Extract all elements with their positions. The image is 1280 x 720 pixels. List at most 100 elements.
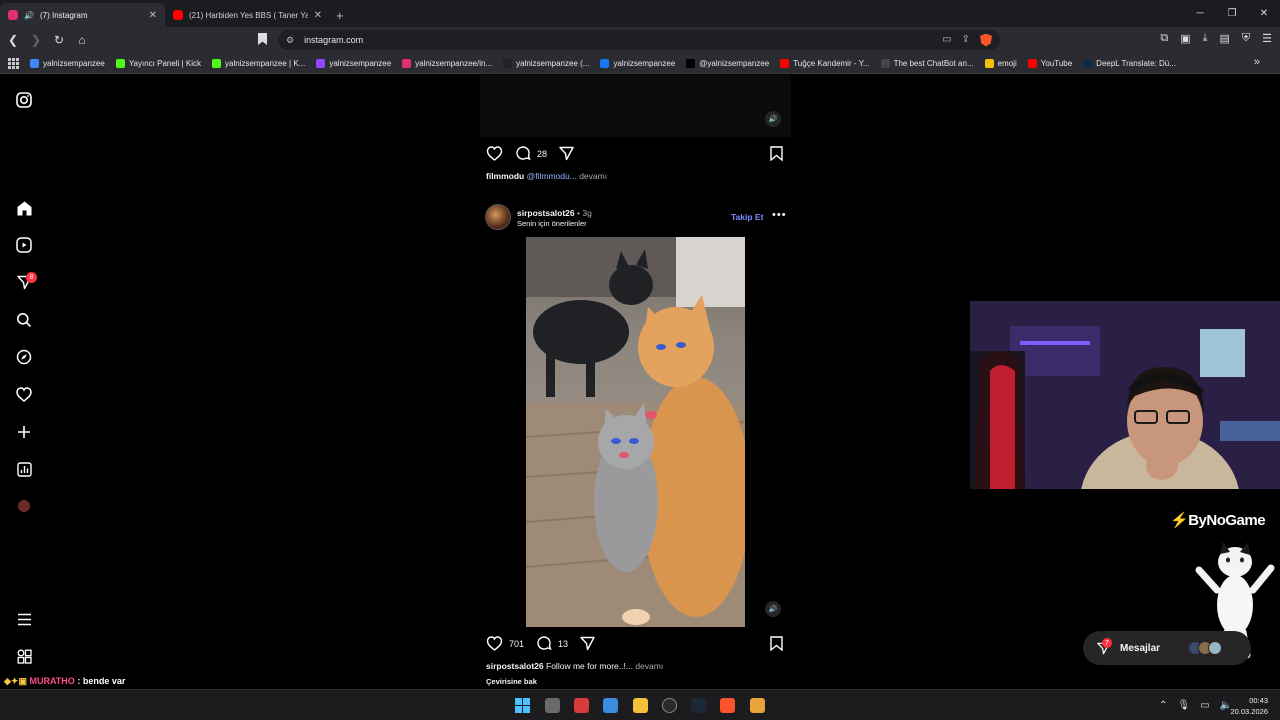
previous-post-video[interactable]: 🔊 (480, 75, 791, 137)
bookmark-item[interactable]: yalnizsempanzee/in... (402, 58, 492, 68)
follow-button[interactable]: Takip Et (731, 212, 763, 222)
reload-icon[interactable]: ↻ (49, 30, 69, 50)
profile-avatar[interactable] (14, 496, 34, 516)
bookmark-item[interactable]: yalnizsempanzee (... (503, 58, 589, 68)
address-bar-actions: ▭ ⇪ (942, 33, 1000, 47)
instagram-sidebar: 8 (0, 75, 48, 689)
comment-icon[interactable] (536, 635, 552, 653)
translate-link[interactable]: Çevirisine bak (486, 677, 537, 686)
app-icon[interactable] (750, 698, 765, 713)
bookmark-item[interactable]: yalnizsempanzee (600, 58, 675, 68)
display-icon[interactable]: ▭ (1200, 700, 1209, 711)
bookmark-item[interactable]: Tuğçe Kandemir - Y... (780, 58, 870, 68)
clock[interactable]: 00:43 20.03.2026 (1230, 695, 1268, 717)
cast-icon[interactable]: ▭ (942, 34, 951, 47)
share-icon[interactable] (559, 146, 574, 163)
also-from-meta-icon[interactable] (14, 646, 34, 666)
photos-icon[interactable] (603, 698, 618, 713)
bookmark-item[interactable]: yalnizsempanzee (30, 58, 105, 68)
avatar[interactable] (485, 204, 511, 230)
caption-username[interactable]: filmmodu (486, 171, 524, 181)
create-icon[interactable] (14, 422, 34, 442)
instagram-logo-icon[interactable] (14, 90, 34, 110)
comment-icon[interactable] (515, 145, 531, 163)
minimize-icon[interactable]: ─ (1184, 0, 1216, 26)
download-icon[interactable]: ⤓ (1203, 32, 1208, 45)
share-icon[interactable] (580, 636, 595, 653)
close-window-icon[interactable]: ✕ (1248, 0, 1280, 26)
back-icon[interactable]: ❮ (3, 30, 23, 50)
screen: 🔊 (7) Instagram ✕ (21) Harbiden Yes BBS … (0, 0, 1280, 720)
home-icon[interactable] (14, 198, 34, 218)
search-icon[interactable] (14, 310, 34, 330)
vpn-icon[interactable]: ⛨ (1242, 32, 1250, 45)
apps-grid-icon[interactable] (8, 58, 19, 69)
username-link[interactable]: sirpostsalot26 (517, 208, 575, 218)
save-icon[interactable] (770, 146, 783, 166)
forward-icon[interactable]: ❯ (26, 30, 46, 50)
more-link[interactable]: devamı (635, 661, 663, 671)
share-icon[interactable]: ⇪ (962, 34, 970, 47)
bookmark-item[interactable]: Yayıncı Paneli | Kick (115, 58, 201, 68)
new-tab-button[interactable]: + (336, 8, 344, 23)
brave-browser-icon[interactable] (720, 698, 735, 713)
bookmark-page-icon[interactable] (258, 33, 267, 45)
save-icon[interactable] (770, 636, 783, 656)
bookmarks-overflow-icon[interactable]: » (1254, 56, 1260, 68)
messages-button[interactable]: Mesajlar (1083, 631, 1251, 665)
close-tab-icon[interactable]: ✕ (314, 10, 322, 21)
dashboard-icon[interactable] (14, 459, 34, 479)
heart-icon[interactable] (14, 384, 34, 404)
close-tab-icon[interactable]: ✕ (149, 10, 157, 21)
sidebar-icon[interactable]: ▣ (1180, 32, 1190, 45)
speaker-icon[interactable]: 🔊 (765, 601, 781, 617)
chat-badges: ◆✦▣ (4, 676, 27, 686)
caption-mention[interactable]: @filmmodu... (527, 171, 577, 181)
bookmark-label: yalnizsempanzee | K... (225, 58, 306, 68)
messages-badge: 7 (1102, 638, 1112, 648)
bookmark-item[interactable]: yalnizsempanzee | K... (212, 58, 306, 68)
bookmark-item[interactable]: @yalnizsempanzee (686, 58, 769, 68)
post1-actions: 28 (486, 145, 574, 163)
extensions-icon[interactable]: ⧉ (1160, 32, 1168, 45)
bookmark-item[interactable]: DeepL Translate: Dü... (1083, 58, 1176, 68)
comment-count: 13 (558, 639, 569, 649)
microphone-icon[interactable]: 🎙 (1177, 700, 1190, 711)
address-bar[interactable]: ⚙ instagram.com ▭ ⇪ (278, 30, 1000, 50)
bookmark-item[interactable]: emoji (984, 58, 1017, 68)
caption-username[interactable]: sirpostsalot26 (486, 661, 544, 671)
post2-caption: sirpostsalot26 Follow me for more..!... … (486, 661, 663, 671)
bookmark-item[interactable]: The best ChatBot an... (880, 58, 974, 68)
post2-video[interactable]: 🔊 (480, 237, 791, 627)
brave-shields-icon[interactable] (980, 33, 992, 47)
restore-icon[interactable]: ❐ (1216, 0, 1248, 26)
obs-icon[interactable] (662, 698, 677, 713)
suggested-label: Senin için önerilenler (517, 219, 587, 228)
tab-instagram[interactable]: 🔊 (7) Instagram ✕ (0, 3, 165, 27)
explore-icon[interactable] (14, 347, 34, 367)
deepl-icon (1083, 58, 1093, 68)
more-menu-icon[interactable] (14, 609, 34, 629)
more-options-icon[interactable]: ••• (772, 209, 787, 221)
like-icon[interactable] (486, 635, 503, 653)
post-time: 3g (582, 208, 592, 218)
reels-icon[interactable] (14, 235, 34, 255)
site-info-icon[interactable]: ⚙ (286, 35, 294, 46)
windows-start-icon[interactable] (515, 698, 530, 713)
speaker-icon[interactable]: 🔊 (765, 111, 781, 127)
speaker-icon[interactable]: 🔊 (24, 11, 34, 20)
more-link[interactable]: devamı (579, 171, 607, 181)
menu-icon[interactable]: ☰ (1262, 32, 1272, 45)
tab-youtube[interactable]: (21) Harbiden Yes BBS ( Taner Yalçın ( ✕ (165, 3, 330, 27)
bookmark-item[interactable]: YouTube (1027, 58, 1072, 68)
snipping-tool-icon[interactable] (574, 698, 589, 713)
steam-icon[interactable] (691, 698, 706, 713)
home-icon[interactable]: ⌂ (72, 30, 92, 50)
wallet-icon[interactable]: ▤ (1219, 32, 1229, 45)
like-icon[interactable] (486, 145, 503, 163)
file-explorer-icon[interactable] (633, 698, 648, 713)
bookmark-item[interactable]: yalnizsempanzee (316, 58, 391, 68)
task-view-icon[interactable] (545, 698, 560, 713)
bookmark-label: yalnizsempanzee (43, 58, 105, 68)
chevron-up-icon[interactable]: ⌃ (1159, 700, 1167, 711)
